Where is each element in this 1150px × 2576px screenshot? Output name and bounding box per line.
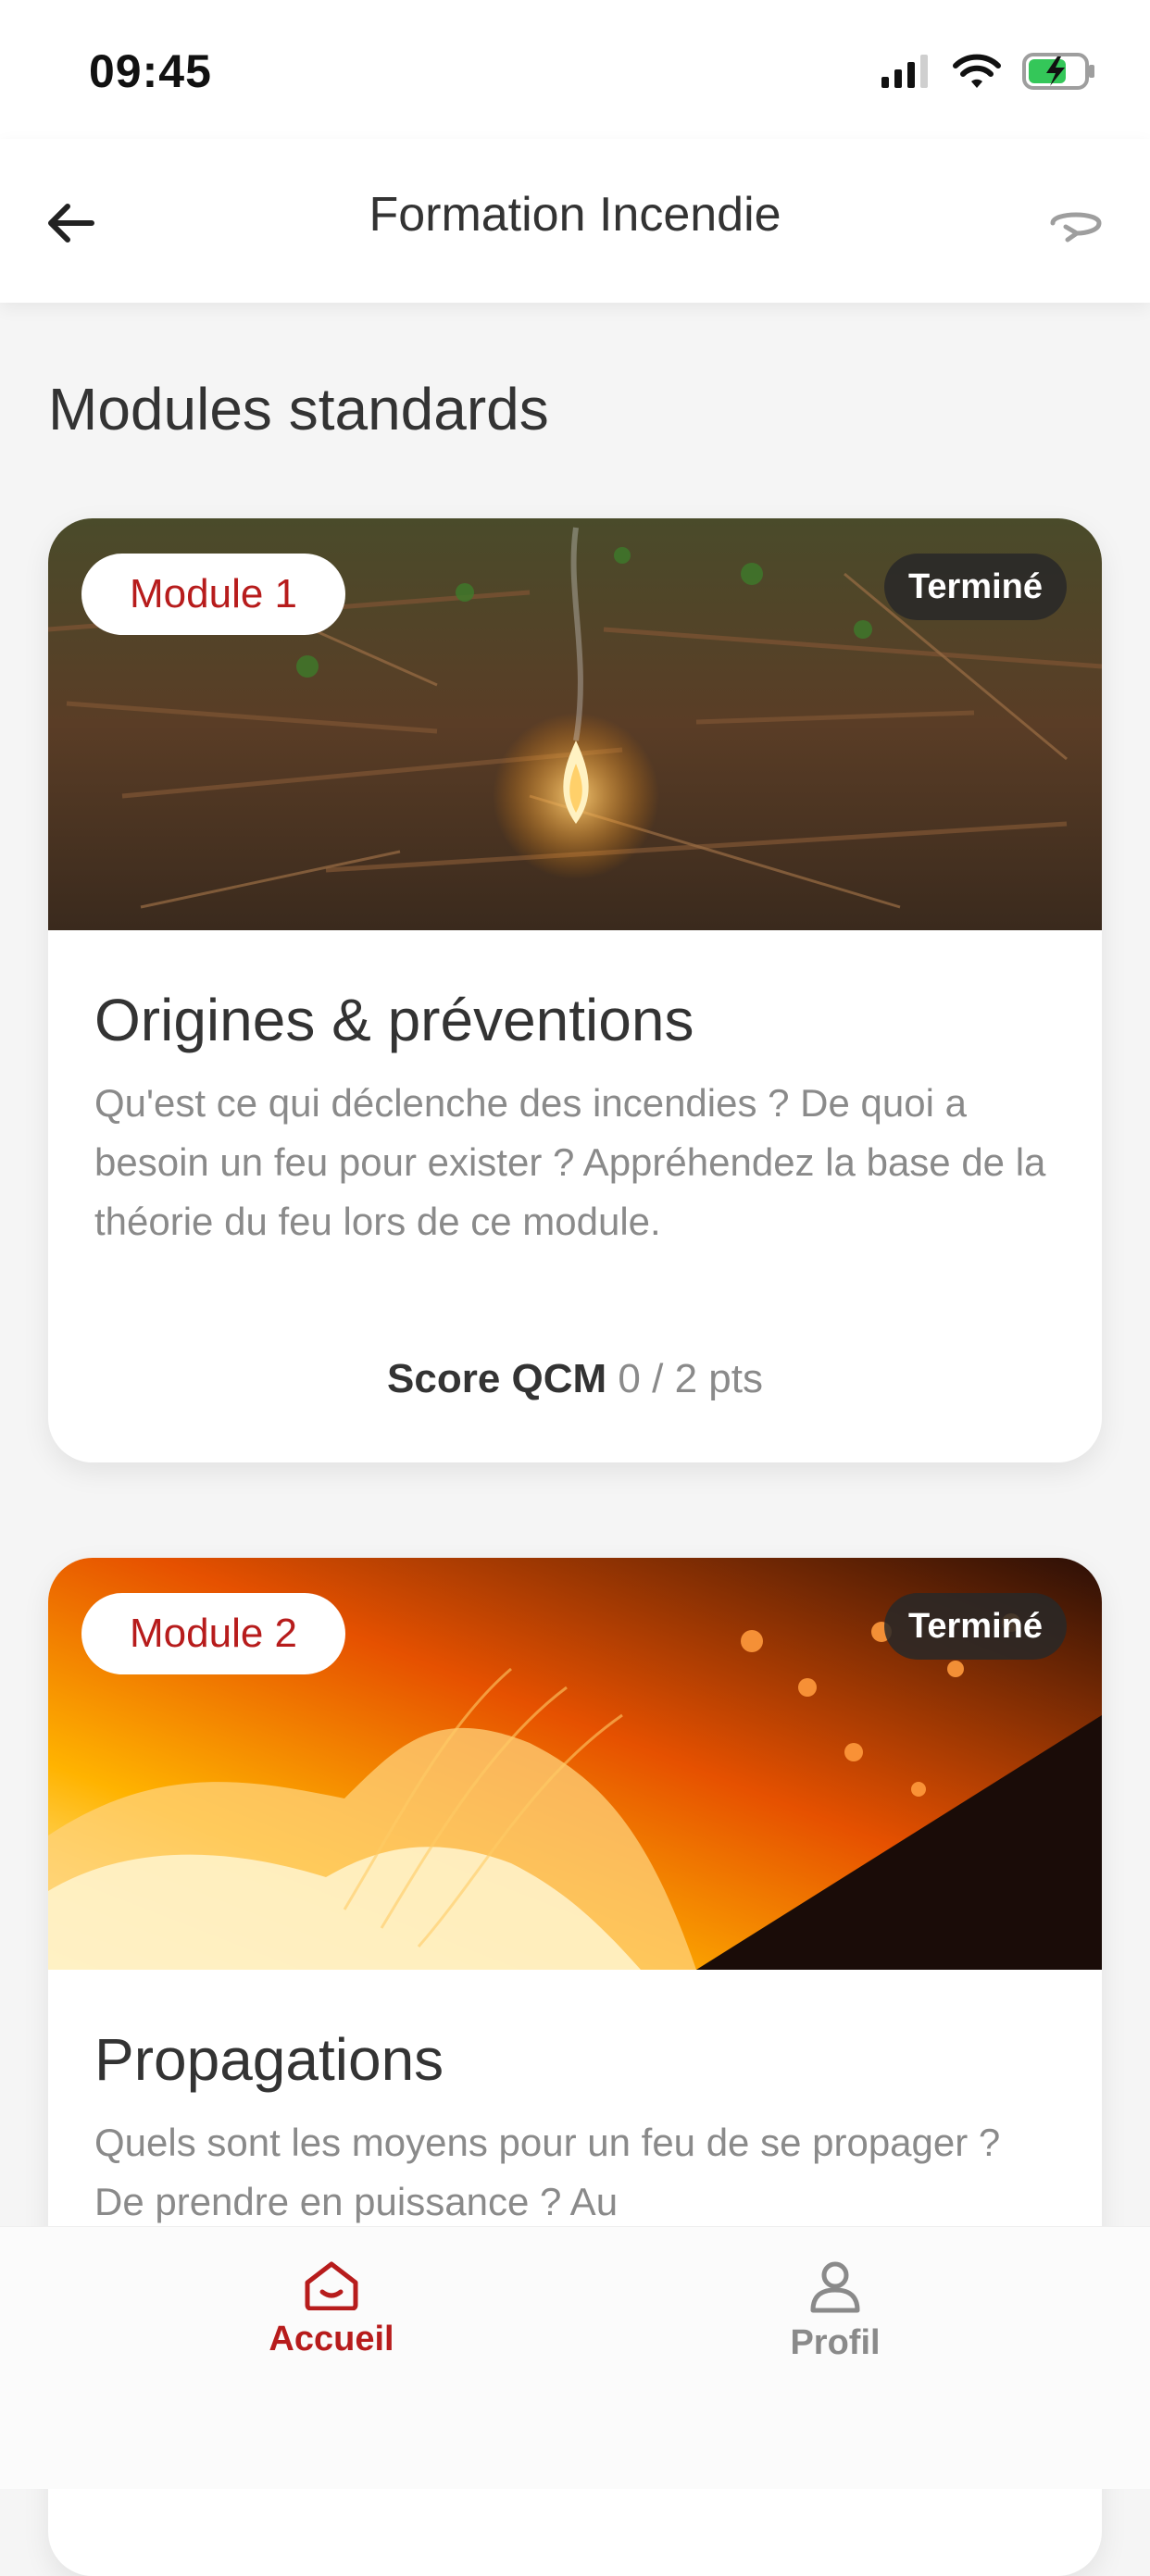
- home-icon: [305, 2261, 358, 2310]
- signal-icon: [881, 55, 928, 88]
- battery-charging-icon: [1022, 53, 1094, 90]
- tab-profile-label: Profil: [790, 2323, 881, 2362]
- bottom-tabbar: Accueil Profil: [0, 2226, 1150, 2489]
- status-icons: [880, 51, 1096, 92]
- section-title: Modules standards: [48, 376, 549, 442]
- tab-profile[interactable]: Profil: [715, 2259, 956, 2363]
- app-header: Formation Incendie: [0, 139, 1150, 303]
- status-bar: 09:45: [0, 0, 1150, 139]
- status-time: 09:45: [89, 45, 212, 97]
- rotate-button[interactable]: [1039, 194, 1113, 250]
- score-value: 0 / 2 pts: [618, 1356, 763, 1401]
- module-image-forest: Module 1 Terminé: [48, 518, 1102, 930]
- module-image-flames: Module 2 Terminé: [48, 1558, 1102, 1970]
- module-card[interactable]: Module 1 Terminé Origines & préventions …: [48, 518, 1102, 1462]
- module-title: Origines & préventions: [94, 987, 694, 1053]
- tab-home[interactable]: Accueil: [211, 2259, 452, 2359]
- profile-icon: [810, 2261, 860, 2313]
- quiz-score: Score QCM 0 / 2 pts: [48, 1356, 1102, 1402]
- rotate-icon: [1050, 212, 1102, 243]
- module-badge: Module 2: [81, 1593, 346, 1674]
- module-title: Propagations: [94, 2026, 444, 2093]
- wifi-icon: [953, 54, 1001, 88]
- tab-home-label: Accueil: [269, 2320, 394, 2358]
- status-badge: Terminé: [883, 1593, 1067, 1660]
- score-label: Score QCM: [387, 1356, 607, 1401]
- status-badge: Terminé: [883, 554, 1067, 620]
- module-badge: Module 1: [81, 554, 346, 635]
- page-title: Formation Incendie: [369, 188, 781, 242]
- module-description: Qu'est ce qui déclenche des incendies ? …: [94, 1081, 1046, 1243]
- module-description: Quels sont les moyens pour un feu de se …: [94, 2121, 1001, 2223]
